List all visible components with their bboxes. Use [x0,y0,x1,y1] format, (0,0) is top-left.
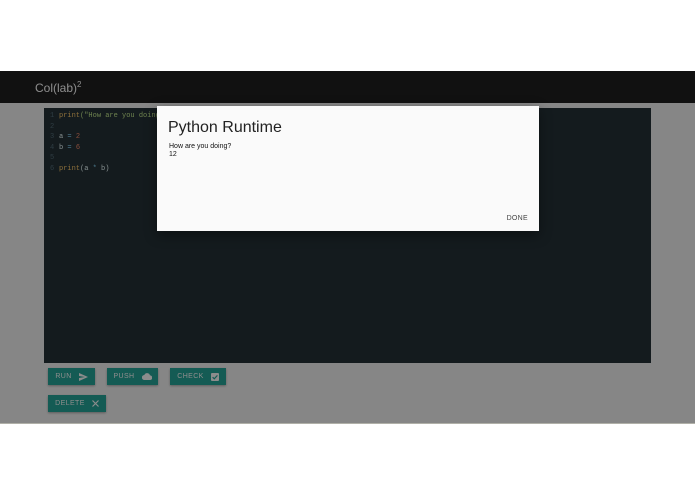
output-line: 12 [169,151,177,158]
runtime-output: How are you doing? 12 [169,143,231,159]
output-line: How are you doing? [169,143,232,150]
app-window: Col(lab)2 1 print("How are you doing?") 2 3… [0,71,695,424]
page-divider [0,423,695,424]
runtime-dialog: Python Runtime How are you doing? 12 DON… [157,106,539,231]
done-button[interactable]: DONE [507,215,528,222]
dialog-title: Python Runtime [168,119,282,136]
